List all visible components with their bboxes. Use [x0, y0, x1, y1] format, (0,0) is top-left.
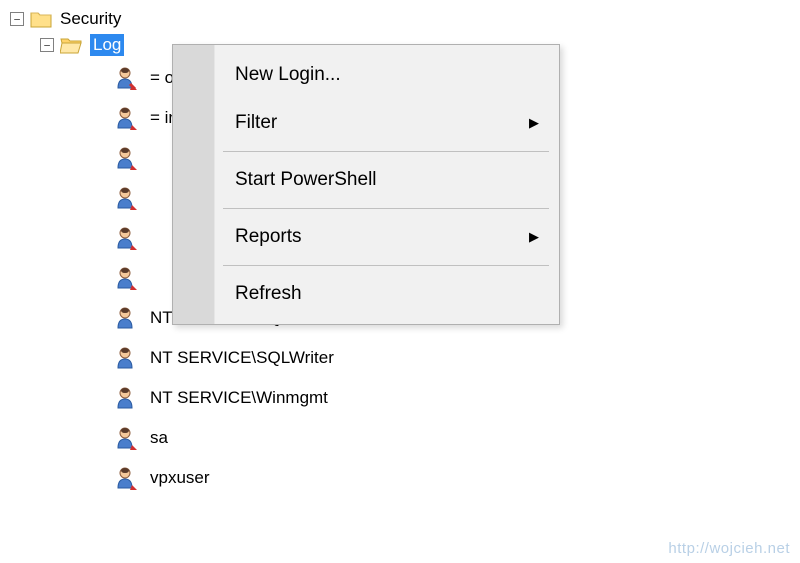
user-icon [116, 346, 140, 370]
menu-refresh[interactable]: Refresh [173, 270, 559, 318]
menu-start-powershell[interactable]: Start PowerShell [173, 156, 559, 204]
submenu-arrow-icon: ▶ [529, 115, 539, 131]
menu-separator [223, 208, 549, 209]
menu-label: Filter [235, 112, 277, 134]
menu-filter[interactable]: Filter ▶ [173, 99, 559, 147]
login-name: NT SERVICE\SQLWriter [150, 348, 334, 368]
tree-label: Security [60, 9, 121, 29]
tree-node-security[interactable]: − Security [6, 6, 800, 32]
folder-icon [30, 10, 54, 28]
user-red-icon [116, 146, 140, 170]
menu-label: New Login... [235, 64, 341, 86]
login-item[interactable]: vpxuser [6, 458, 800, 498]
login-name: sa [150, 428, 168, 448]
menu-label: Refresh [235, 283, 302, 305]
menu-separator [223, 151, 549, 152]
login-name: vpxuser [150, 468, 210, 488]
folder-open-icon [60, 36, 84, 54]
user-red-icon [116, 426, 140, 450]
user-red-icon [116, 226, 140, 250]
watermark-text: http://wojcieh.net [668, 540, 790, 557]
collapse-icon[interactable]: − [10, 12, 24, 26]
user-red-icon [116, 466, 140, 490]
login-item[interactable]: NT SERVICE\Winmgmt [6, 378, 800, 418]
user-icon [116, 306, 140, 330]
user-red-icon [116, 66, 140, 90]
user-red-icon [116, 186, 140, 210]
menu-reports[interactable]: Reports ▶ [173, 213, 559, 261]
tree-label-selected: Log [90, 34, 124, 56]
menu-new-login[interactable]: New Login... [173, 51, 559, 99]
menu-label: Start PowerShell [235, 169, 377, 191]
context-menu: New Login... Filter ▶ Start PowerShell R… [172, 44, 560, 325]
login-name: NT SERVICE\Winmgmt [150, 388, 328, 408]
collapse-icon[interactable]: − [40, 38, 54, 52]
user-icon [116, 386, 140, 410]
login-item[interactable]: NT SERVICE\SQLWriter [6, 338, 800, 378]
menu-label: Reports [235, 226, 302, 248]
user-red-icon [116, 106, 140, 130]
login-item[interactable]: sa [6, 418, 800, 458]
user-red-icon [116, 266, 140, 290]
menu-separator [223, 265, 549, 266]
submenu-arrow-icon: ▶ [529, 229, 539, 245]
